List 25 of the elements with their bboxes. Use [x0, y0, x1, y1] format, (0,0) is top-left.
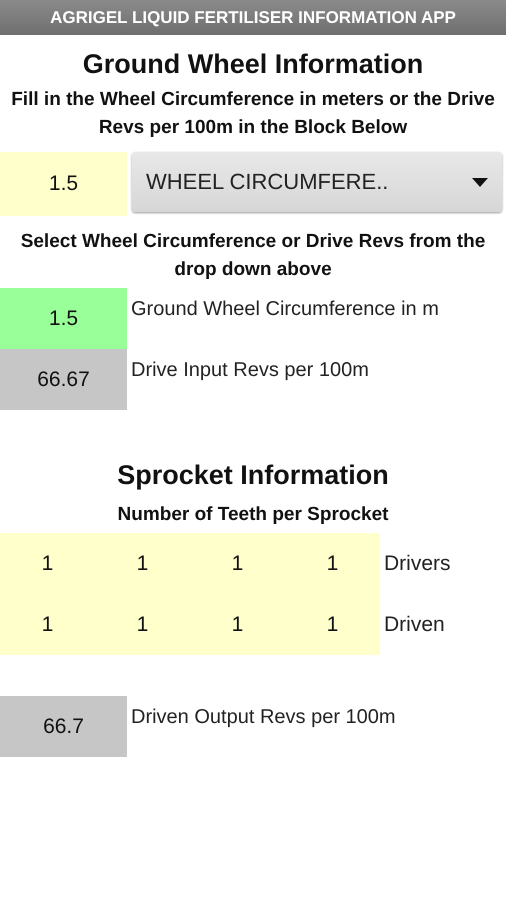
teeth-input[interactable]: 1: [0, 552, 95, 576]
hint-text: Select Wheel Circumference or Drive Revs from the drop down above: [20, 230, 486, 282]
dropdown[interactable]: WHEEL CIRCUMFERE..: [132, 152, 502, 212]
teeth-input[interactable]: 1: [0, 612, 95, 636]
result-value: 66.67: [0, 349, 127, 410]
input-field[interactable]: 1.5: [0, 152, 127, 216]
result-value: 66.7: [0, 696, 127, 757]
result-value: 1.5: [0, 288, 127, 349]
row-label: Drivers: [383, 550, 450, 576]
teeth-input[interactable]: 1: [285, 612, 380, 636]
teeth-input[interactable]: 1: [190, 612, 285, 636]
teeth-input[interactable]: 1: [95, 612, 190, 636]
section-heading: Sprocket Information: [116, 460, 390, 491]
section-heading: Ground Wheel Information: [82, 49, 424, 80]
result-label: Drive Input Revs per 100m: [130, 358, 369, 383]
teeth-input[interactable]: 1: [190, 552, 285, 576]
row-label: Driven: [383, 612, 446, 638]
caret-icon: [472, 178, 488, 186]
subheading: Number of Teeth per Sprocket: [116, 503, 390, 527]
app-title-bar: AGRIGEL LIQUID FERTILISER INFORMATION APP: [0, 0, 506, 35]
result-label: Driven Output Revs per 100m: [130, 705, 396, 730]
instructions-text: Fill in the Wheel Circumference in meters or the Drive Revs per 100m in the Block Below: [10, 88, 496, 140]
result-label: Ground Wheel Circumference in m: [130, 297, 439, 322]
teeth-input[interactable]: 1: [95, 552, 190, 576]
teeth-input[interactable]: 1: [285, 552, 380, 576]
